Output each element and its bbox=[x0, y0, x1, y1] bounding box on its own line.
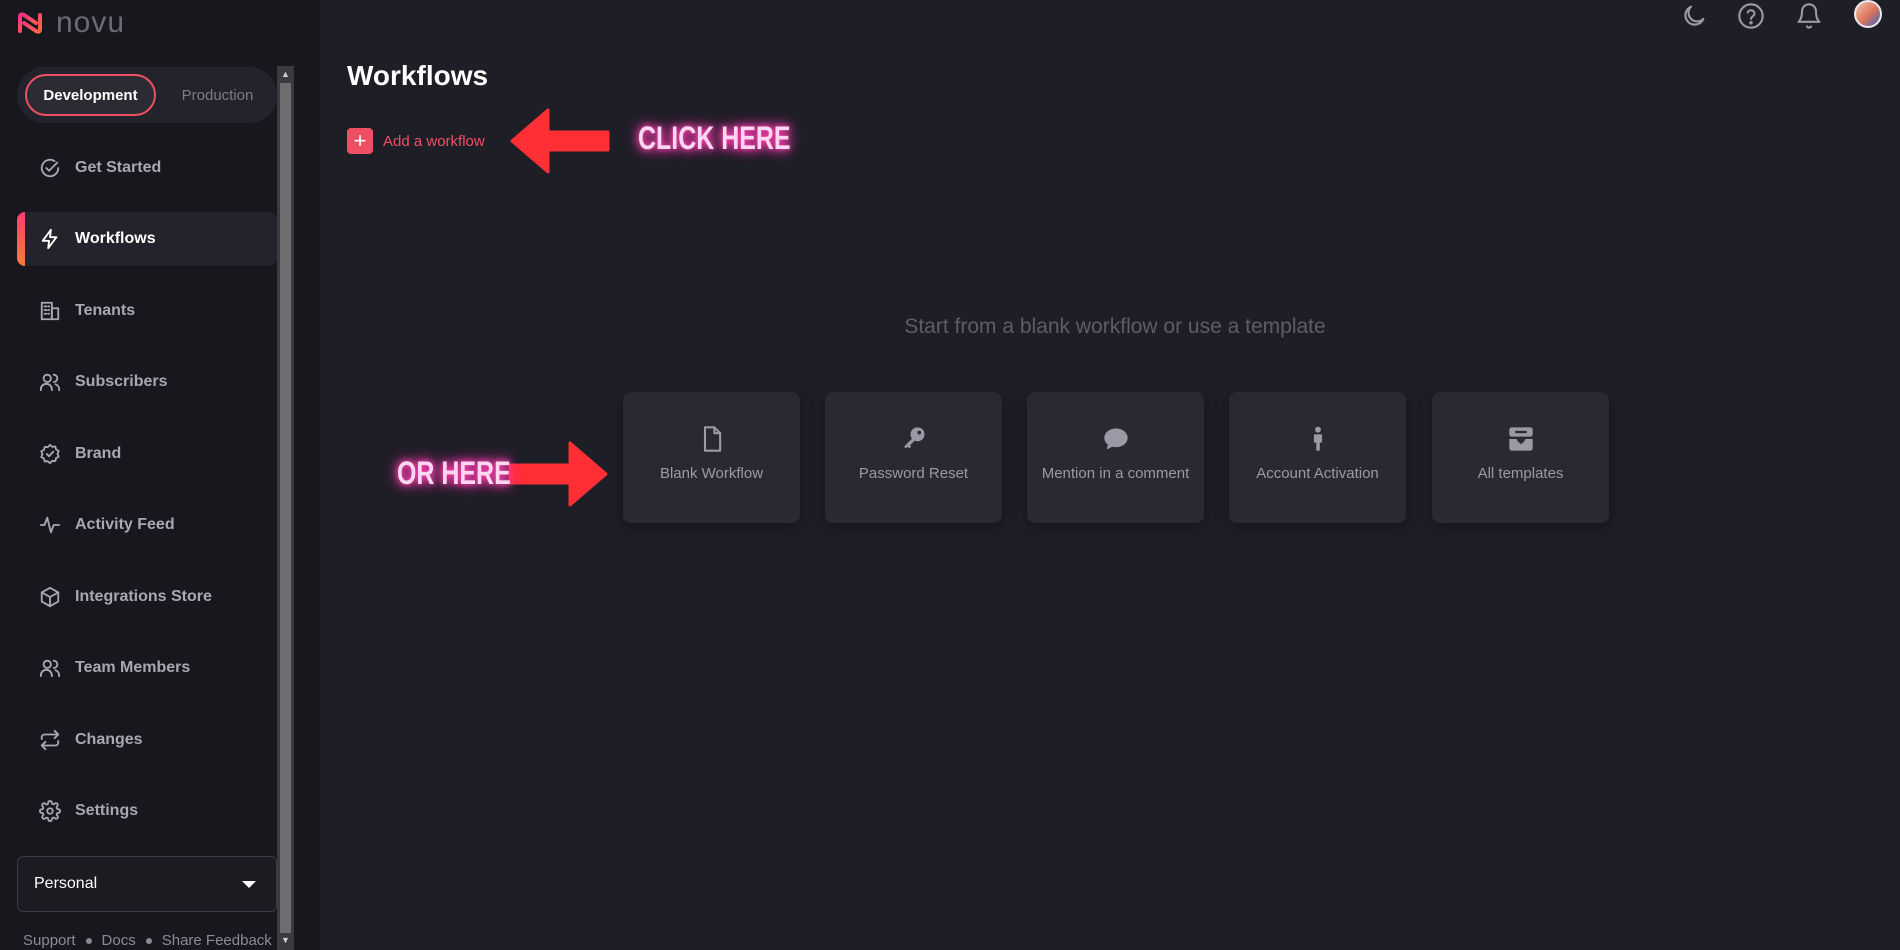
key-icon bbox=[903, 427, 924, 449]
sidebar-item-label: Integrations Store bbox=[75, 588, 212, 605]
sidebar-item-label: Subscribers bbox=[75, 373, 168, 390]
environment-switch: Development Production bbox=[17, 67, 277, 123]
novu-logo-icon bbox=[18, 12, 42, 34]
template-card-blank-workflow[interactable]: Blank Workflow bbox=[623, 392, 800, 523]
sidebar-item-label: Tenants bbox=[75, 302, 136, 319]
docs-link[interactable]: Docs bbox=[102, 932, 136, 949]
inbox-icon bbox=[1508, 427, 1533, 451]
gear-icon bbox=[39, 800, 61, 822]
template-card-all-templates[interactable]: All templates bbox=[1432, 392, 1609, 523]
users-icon bbox=[39, 373, 61, 392]
sidebar-item-get-started[interactable]: Get Started bbox=[17, 141, 277, 195]
building-icon bbox=[40, 301, 60, 321]
dot-separator bbox=[145, 937, 152, 944]
person-icon bbox=[1313, 426, 1322, 451]
dot-separator bbox=[85, 937, 92, 944]
avatar[interactable] bbox=[1854, 0, 1882, 28]
sidebar-item-label: Get Started bbox=[75, 159, 162, 176]
sidebar-item-label: Changes bbox=[75, 731, 143, 748]
sidebar-item-activity-feed[interactable]: Activity Feed bbox=[17, 498, 277, 552]
page-title: Workflows bbox=[347, 60, 489, 91]
env-development-button[interactable]: Development bbox=[25, 74, 156, 116]
template-card-label: All templates bbox=[1477, 465, 1564, 482]
sidebar-item-tenants[interactable]: Tenants bbox=[17, 284, 277, 338]
sidebar-item-label: Workflows bbox=[75, 230, 156, 247]
logo[interactable]: novu bbox=[16, 6, 125, 40]
scrollbar-thumb[interactable] bbox=[280, 83, 291, 933]
scroll-up-arrow-icon[interactable]: ▲ bbox=[280, 68, 291, 80]
team-icon bbox=[39, 659, 61, 678]
template-card-label: Blank Workflow bbox=[659, 465, 764, 482]
activity-icon bbox=[39, 516, 61, 534]
arrow-left-annotation-icon bbox=[510, 108, 610, 174]
sidebar-item-settings[interactable]: Settings bbox=[17, 784, 277, 838]
template-card-label: Mention in a comment bbox=[1041, 465, 1190, 482]
repeat-icon bbox=[40, 729, 60, 751]
support-link[interactable]: Support bbox=[23, 932, 76, 949]
template-card-mention-in-a-comment[interactable]: Mention in a comment bbox=[1027, 392, 1204, 523]
plus-icon: + bbox=[347, 128, 373, 154]
empty-state-subtitle: Start from a blank workflow or use a tem… bbox=[904, 315, 1326, 338]
sidebar-item-workflows[interactable]: Workflows bbox=[17, 212, 277, 266]
chat-icon bbox=[1103, 428, 1128, 450]
organization-select[interactable]: Personal bbox=[17, 856, 277, 912]
template-card-password-reset[interactable]: Password Reset bbox=[825, 392, 1002, 523]
template-card-label: Password Reset bbox=[858, 465, 969, 482]
add-workflow-button[interactable]: + Add a workflow bbox=[347, 128, 485, 154]
caret-down-icon bbox=[242, 880, 256, 888]
template-card-label: Account Activation bbox=[1256, 465, 1379, 482]
sidebar-item-label: Team Members bbox=[75, 659, 191, 676]
badge-check-icon bbox=[40, 443, 60, 465]
template-card-account-activation[interactable]: Account Activation bbox=[1229, 392, 1406, 523]
sidebar-item-subscribers[interactable]: Subscribers bbox=[17, 355, 277, 409]
bell-icon[interactable] bbox=[1795, 2, 1823, 30]
lightning-icon bbox=[41, 228, 58, 250]
sidebar-item-label: Brand bbox=[75, 445, 122, 462]
env-production-button[interactable]: Production bbox=[162, 74, 273, 116]
sidebar-item-integrations-store[interactable]: Integrations Store bbox=[17, 570, 277, 624]
moon-icon[interactable] bbox=[1680, 2, 1708, 30]
sidebar-item-changes[interactable]: Changes bbox=[17, 713, 277, 767]
scroll-down-arrow-icon[interactable]: ▼ bbox=[280, 934, 291, 946]
file-icon bbox=[703, 426, 721, 452]
share-feedback-link[interactable]: Share Feedback bbox=[162, 932, 272, 949]
organization-select-value: Personal bbox=[34, 875, 98, 892]
sidebar: novu Development Production Get Started … bbox=[0, 0, 320, 950]
sidebar-item-team-members[interactable]: Team Members bbox=[17, 641, 277, 695]
sidebar-footer: Support Docs Share Feedback bbox=[23, 932, 272, 949]
box-icon bbox=[40, 586, 60, 608]
check-circle-icon bbox=[40, 158, 60, 178]
click-here-annotation: CLICK HERE bbox=[638, 120, 791, 156]
arrow-right-annotation-icon bbox=[508, 441, 608, 507]
sidebar-scrollbar[interactable]: ▲ ▼ bbox=[277, 66, 294, 950]
logo-text: novu bbox=[56, 6, 126, 39]
add-workflow-label: Add a workflow bbox=[383, 132, 485, 150]
sidebar-item-brand[interactable]: Brand bbox=[17, 427, 277, 481]
sidebar-item-label: Activity Feed bbox=[75, 516, 175, 533]
help-icon[interactable] bbox=[1737, 2, 1765, 30]
or-here-annotation: OR HERE bbox=[397, 455, 511, 491]
sidebar-item-label: Settings bbox=[75, 802, 139, 819]
